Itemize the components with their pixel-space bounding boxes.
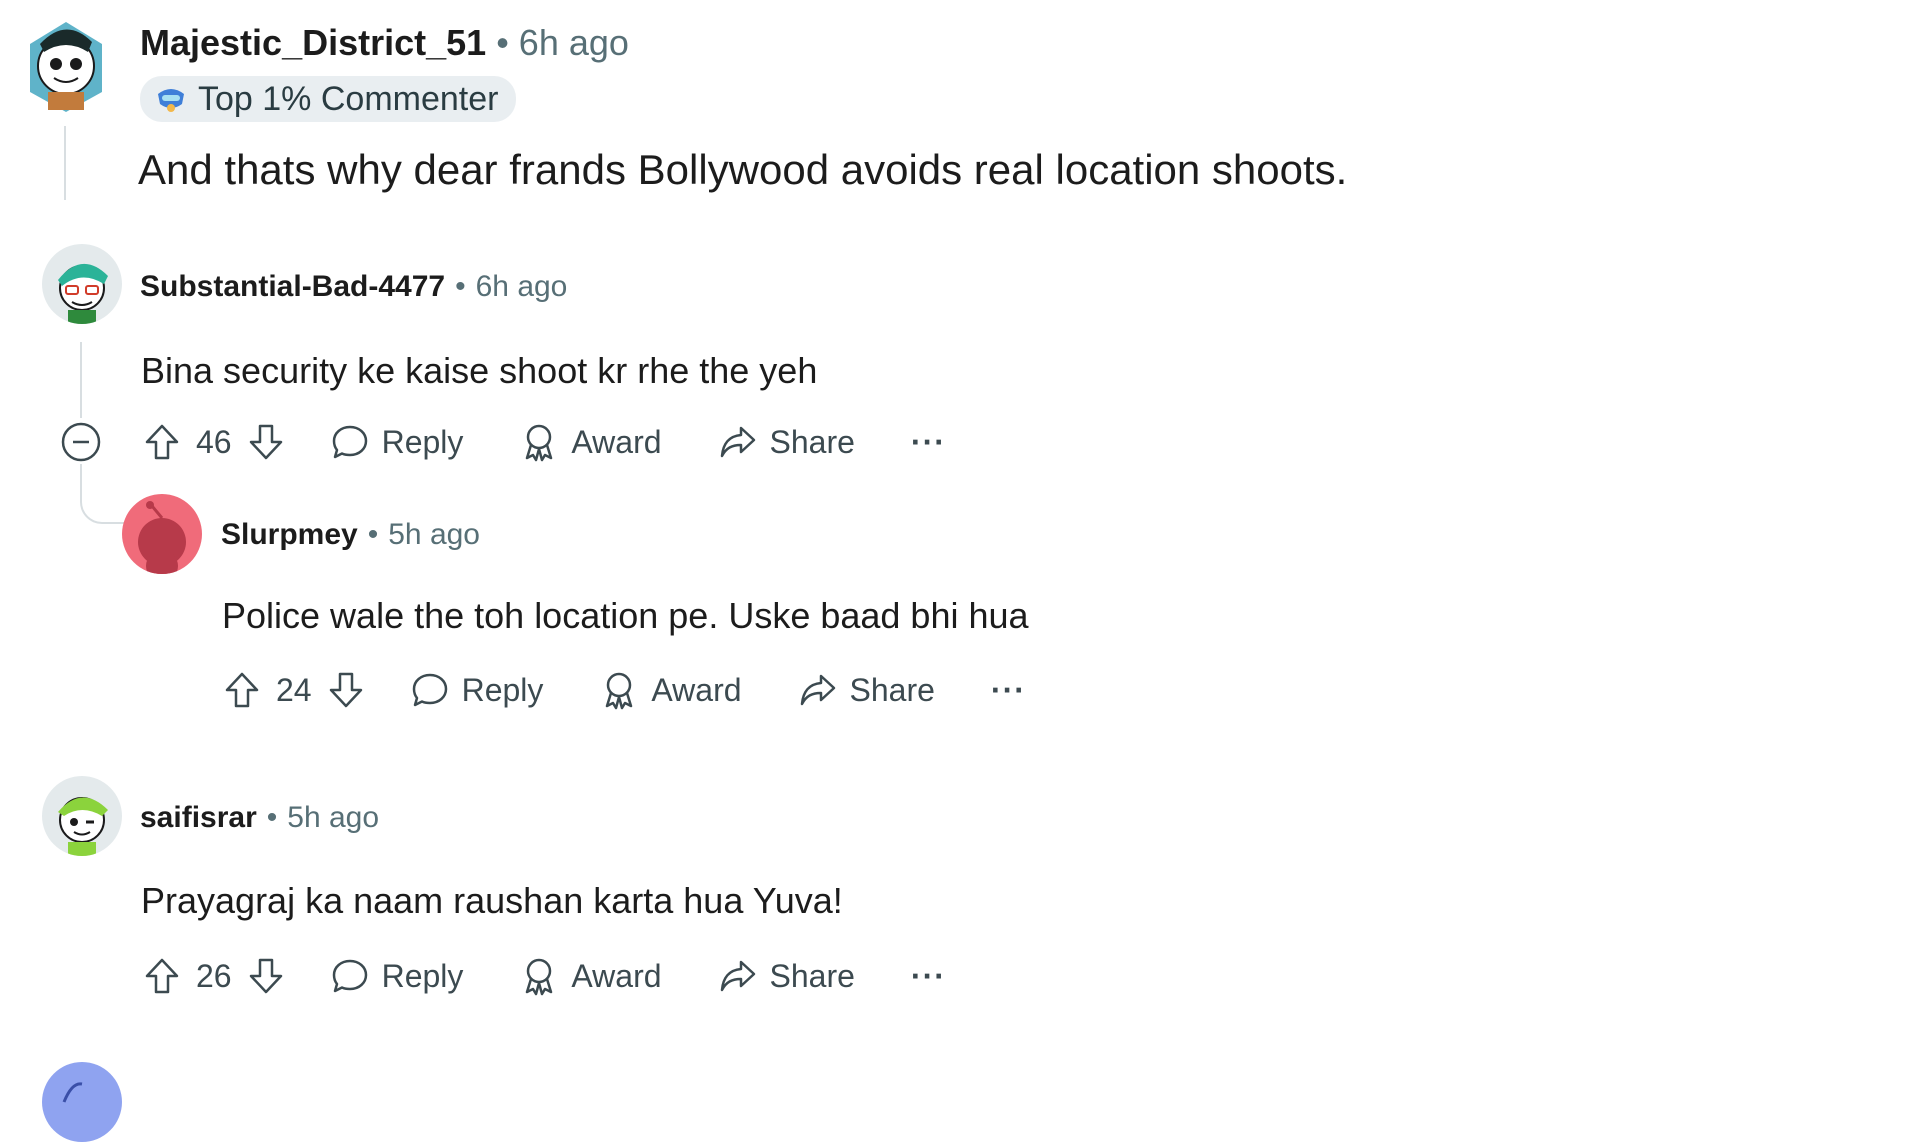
vote-count: 26: [196, 957, 232, 994]
collapse-icon[interactable]: [61, 422, 101, 462]
separator-dot: •: [266, 801, 278, 834]
thread-line: [80, 342, 82, 418]
downvote-button[interactable]: [246, 948, 286, 1004]
reply-label: Reply: [461, 671, 544, 708]
badge-icon: [158, 89, 184, 112]
award-icon: [526, 424, 553, 462]
upvote-icon: [145, 424, 179, 460]
downvote-icon: [249, 424, 282, 460]
award-label: Award: [651, 671, 742, 708]
comment-body: Prayagraj ka naam raushan karta hua Yuva…: [141, 880, 843, 921]
comment-actions: 24 Reply Award Share ···: [222, 662, 1026, 718]
username[interactable]: saifisrar: [140, 801, 257, 835]
avatar-substantial-bad[interactable]: [42, 244, 122, 324]
more-icon: ···: [910, 957, 946, 994]
share-button[interactable]: Share: [718, 414, 855, 470]
timestamp[interactable]: 6h ago: [519, 22, 629, 64]
avatar-slurpmey[interactable]: [122, 494, 202, 574]
award-button[interactable]: Award: [519, 414, 662, 470]
username[interactable]: Slurpmey: [221, 518, 358, 552]
reply-label: Reply: [381, 423, 464, 460]
reply-icon: [412, 673, 447, 707]
timestamp[interactable]: 5h ago: [388, 518, 480, 552]
reply-button[interactable]: Reply: [330, 948, 464, 1004]
separator-dot: •: [367, 518, 379, 551]
award-label: Award: [571, 423, 662, 460]
comment-body: And thats why dear frands Bollywood avoi…: [138, 146, 1348, 193]
comment-actions: 46 Reply Award Share ···: [142, 414, 946, 470]
upvote-button[interactable]: [222, 662, 262, 718]
vote-count: 24: [276, 671, 312, 708]
reply-button[interactable]: Reply: [410, 662, 544, 718]
award-button[interactable]: Award: [599, 662, 742, 718]
avatar-saifisrar[interactable]: [42, 776, 122, 856]
comment-header: saifisrar • 5h ago: [140, 801, 379, 835]
more-options-button[interactable]: ···: [991, 662, 1026, 718]
upvote-icon: [145, 958, 179, 994]
comment-body: Police wale the toh location pe. Uske ba…: [222, 595, 1029, 636]
username[interactable]: Majestic_District_51: [140, 22, 486, 64]
comment-body: Bina security ke kaise shoot kr rhe the …: [141, 350, 818, 391]
award-icon: [606, 672, 633, 710]
reply-icon: [332, 959, 367, 993]
username[interactable]: Substantial-Bad-4477: [140, 270, 445, 304]
top-commenter-badge: Top 1% Commenter: [140, 76, 517, 122]
share-label: Share: [849, 671, 935, 708]
timestamp[interactable]: 5h ago: [287, 801, 379, 835]
downvote-icon: [329, 672, 362, 708]
downvote-button[interactable]: [246, 414, 286, 470]
more-icon: ···: [910, 423, 946, 460]
award-button[interactable]: Award: [519, 948, 662, 1004]
comment-header: Slurpmey • 5h ago: [221, 518, 480, 552]
badge-label: Top 1% Commenter: [198, 79, 499, 118]
more-options-button[interactable]: ···: [911, 414, 946, 470]
share-icon: [720, 426, 755, 458]
thread-connector: [80, 464, 124, 524]
award-label: Award: [571, 957, 662, 994]
upvote-button[interactable]: [142, 414, 182, 470]
downvote-button[interactable]: [326, 662, 366, 718]
upvote-button[interactable]: [142, 948, 182, 1004]
comment-actions: 26 Reply Award Share ···: [142, 948, 946, 1004]
avatar-next-comment[interactable]: [42, 1062, 122, 1142]
separator-dot: •: [455, 270, 466, 303]
reply-button[interactable]: Reply: [330, 414, 464, 470]
reply-label: Reply: [381, 957, 464, 994]
share-icon: [720, 960, 755, 992]
comment-header: Substantial-Bad-4477 • 6h ago: [140, 270, 567, 304]
thread-line: [64, 126, 66, 200]
separator-dot: •: [496, 22, 509, 63]
more-options-button[interactable]: ···: [911, 948, 946, 1004]
reply-icon: [332, 425, 367, 459]
award-icon: [526, 958, 553, 996]
share-button[interactable]: Share: [718, 948, 855, 1004]
share-icon: [800, 674, 835, 706]
vote-count: 46: [196, 423, 232, 460]
timestamp[interactable]: 6h ago: [476, 270, 568, 304]
share-label: Share: [769, 957, 855, 994]
share-label: Share: [769, 423, 855, 460]
share-button[interactable]: Share: [798, 662, 935, 718]
more-icon: ···: [990, 671, 1026, 708]
downvote-icon: [249, 958, 282, 994]
avatar-majestic-district[interactable]: [20, 14, 112, 116]
upvote-icon: [225, 672, 259, 708]
comment-header: Majestic_District_51 • 6h ago: [140, 22, 629, 64]
